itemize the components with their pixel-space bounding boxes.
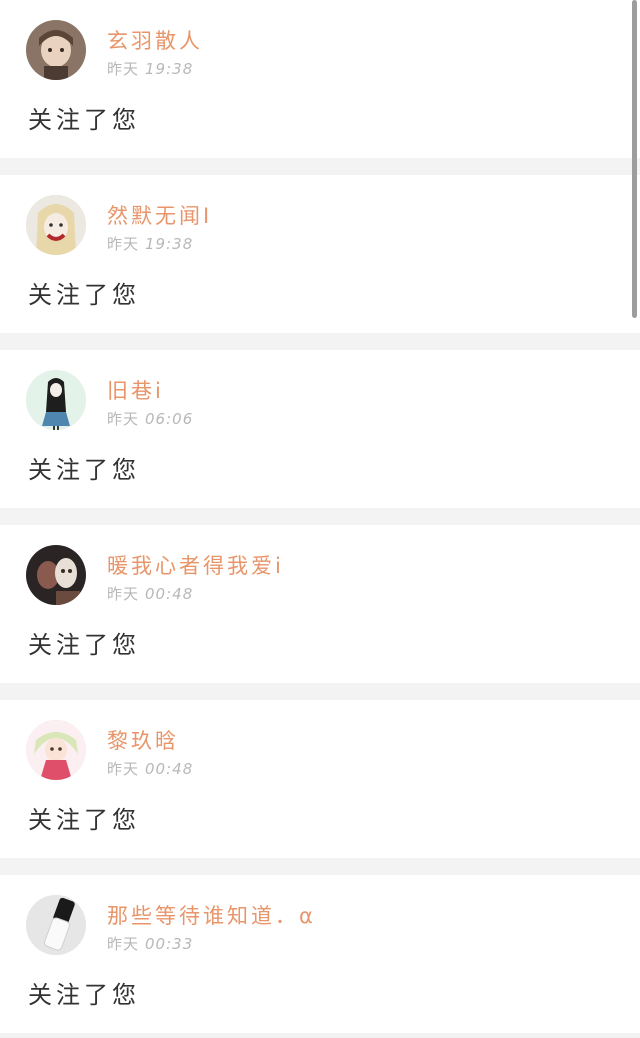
- timestamp: 昨天 19:38: [107, 58, 193, 79]
- timestamp: 昨天 19:38: [107, 233, 193, 254]
- username[interactable]: 旧巷i: [107, 375, 164, 405]
- notification-message: 关注了您: [28, 806, 140, 834]
- timestamp-day: 昨天: [107, 235, 140, 253]
- username[interactable]: 暖我心者得我爱i: [107, 550, 284, 580]
- timestamp-time: 00:48: [145, 585, 194, 603]
- timestamp-time: 19:38: [145, 235, 194, 253]
- timestamp: 昨天 00:33: [107, 933, 193, 954]
- username[interactable]: 那些等待谁知道．α: [107, 900, 316, 930]
- avatar-icon: [26, 545, 86, 605]
- timestamp-day: 昨天: [107, 760, 140, 778]
- timestamp-day: 昨天: [107, 410, 140, 428]
- timestamp-day: 昨天: [107, 60, 140, 78]
- scrollbar[interactable]: [632, 0, 637, 318]
- avatar[interactable]: [26, 195, 86, 255]
- notification-item[interactable]: 玄羽散人 昨天 19:38 关注了您: [0, 0, 640, 158]
- timestamp-day: 昨天: [107, 585, 140, 603]
- avatar[interactable]: [26, 370, 86, 430]
- avatar-icon: [26, 20, 86, 80]
- notification-message: 关注了您: [28, 106, 140, 134]
- notification-message: 关注了您: [28, 281, 140, 309]
- timestamp: 昨天 06:06: [107, 408, 193, 429]
- timestamp-time: 00:33: [145, 935, 194, 953]
- notification-item[interactable]: 黎玖晗 昨天 00:48 关注了您: [0, 700, 640, 858]
- avatar-icon: [26, 895, 86, 955]
- username[interactable]: 黎玖晗: [107, 725, 179, 755]
- username[interactable]: 然默无闻I: [107, 200, 212, 230]
- notification-message: 关注了您: [28, 631, 140, 659]
- timestamp-day: 昨天: [107, 935, 140, 953]
- timestamp-time: 00:48: [145, 760, 194, 778]
- notification-item[interactable]: 暖我心者得我爱i 昨天 00:48 关注了您: [0, 525, 640, 683]
- notification-message: 关注了您: [28, 456, 140, 484]
- timestamp-time: 19:38: [145, 60, 194, 78]
- notification-item[interactable]: 然默无闻I 昨天 19:38 关注了您: [0, 175, 640, 333]
- avatar-icon: [26, 195, 86, 255]
- avatar[interactable]: [26, 720, 86, 780]
- notification-item[interactable]: 那些等待谁知道．α 昨天 00:33 关注了您: [0, 875, 640, 1033]
- notification-message: 关注了您: [28, 981, 140, 1009]
- avatar[interactable]: [26, 895, 86, 955]
- timestamp: 昨天 00:48: [107, 583, 193, 604]
- avatar[interactable]: [26, 20, 86, 80]
- avatar[interactable]: [26, 545, 86, 605]
- timestamp-time: 06:06: [145, 410, 194, 428]
- avatar-icon: [26, 370, 86, 430]
- avatar-icon: [26, 720, 86, 780]
- timestamp: 昨天 00:48: [107, 758, 193, 779]
- username[interactable]: 玄羽散人: [107, 25, 203, 55]
- notification-item[interactable]: 旧巷i 昨天 06:06 关注了您: [0, 350, 640, 508]
